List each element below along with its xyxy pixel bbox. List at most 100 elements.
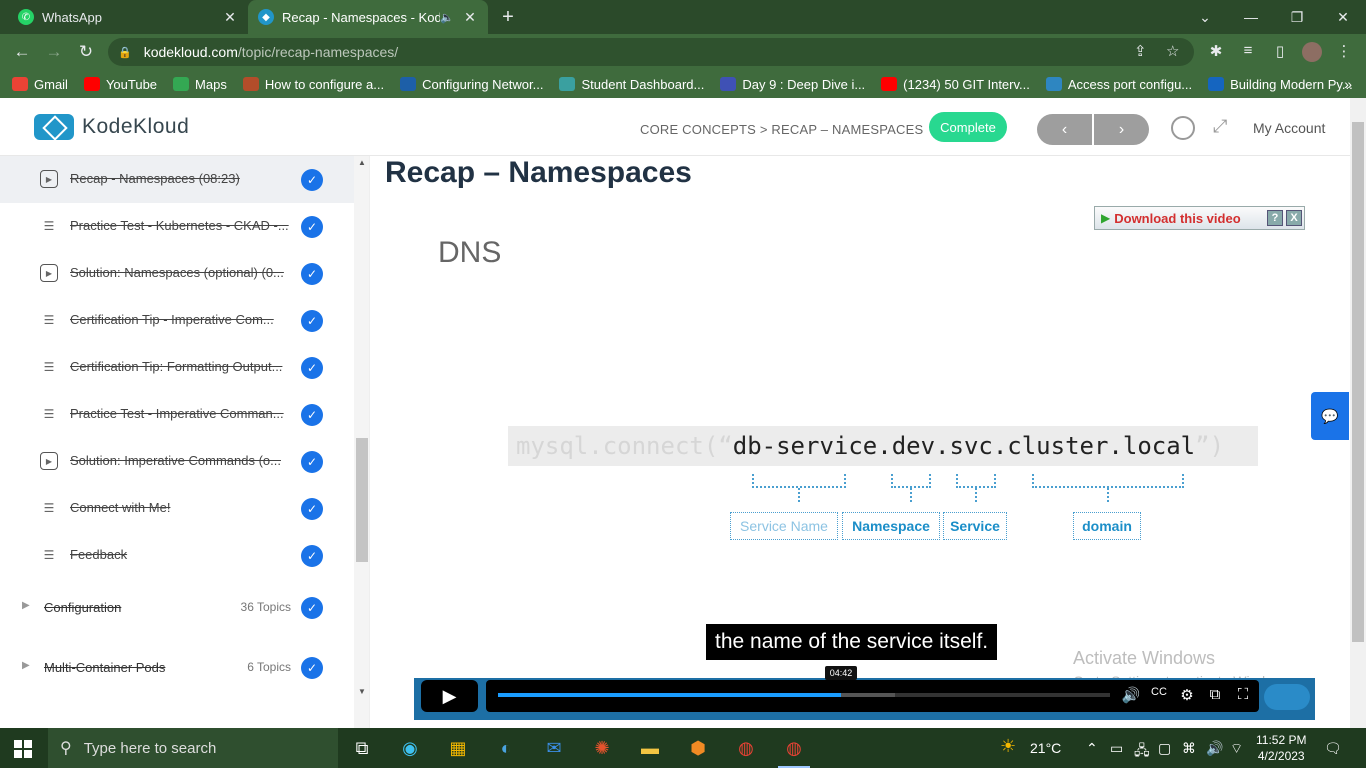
volume-icon[interactable]: 🔊 (1206, 740, 1223, 757)
edge-icon[interactable]: ◉ (386, 728, 434, 768)
brace-domain (1032, 474, 1184, 488)
volume-icon[interactable]: 🔊 (1121, 686, 1141, 704)
lesson-item[interactable]: ☰ Connect with Me! ✓ (0, 485, 354, 532)
media-icon[interactable]: ≡ (1238, 42, 1258, 59)
close-icon[interactable]: ✕ (222, 9, 238, 26)
expand-arrow-icon[interactable]: ▶ (22, 660, 30, 671)
time-tooltip: 04:42 (825, 666, 857, 680)
task-view-icon[interactable]: ⧉ (338, 728, 386, 768)
weather-temp[interactable]: 21°C (1030, 740, 1061, 756)
battery-icon[interactable]: ▭ (1110, 740, 1123, 757)
taskbar-search[interactable]: ⚲ Type here to search (48, 728, 338, 768)
lesson-item[interactable]: ▶ Solution: Imperative Commands (o... ✓ (0, 438, 354, 485)
completed-check-icon: ✓ (301, 216, 323, 238)
video-player[interactable]: ▶ Download this video ? X DNS mysql.conn… (414, 200, 1315, 720)
bookmark-item[interactable]: Building Modern Py... (1208, 77, 1353, 92)
section-item[interactable]: ▶ Configuration 36 Topics ✓ (0, 588, 354, 628)
profile-avatar[interactable] (1302, 42, 1322, 62)
tab-kodekloud[interactable]: ◆ Recap - Namespaces - KodeKl 🔈 ✕ (248, 0, 488, 34)
complete-button[interactable]: Complete (929, 112, 1007, 142)
completed-check-icon: ✓ (301, 657, 323, 679)
lesson-item[interactable]: ☰ Practice Test - Kubernetes - CKAD -... ✓ (0, 203, 354, 250)
fullscreen-icon[interactable]: ⛶ (1233, 686, 1253, 703)
close-window-button[interactable]: ✕ (1320, 0, 1366, 34)
help-icon[interactable]: ? (1267, 210, 1283, 226)
kodekloud-logo[interactable]: KodeKloud (34, 114, 189, 140)
lesson-label: Certification Tip: Formatting Output... (70, 359, 283, 374)
device-icon[interactable]: ▢ (1158, 740, 1171, 757)
tab-search-icon[interactable]: ⌄ (1182, 0, 1228, 34)
notifications-icon[interactable]: 🗨 (1324, 740, 1342, 757)
teams-icon[interactable]: ◐ (482, 728, 530, 768)
lesson-item[interactable]: ☰ Practice Test - Imperative Comman... ✓ (0, 391, 354, 438)
expand-arrow-icon[interactable]: ▶ (22, 600, 30, 611)
camera-icon[interactable]: ⌘ (1182, 740, 1196, 757)
bookmark-item[interactable]: (1234) 50 GIT Interv... (881, 77, 1030, 92)
lesson-item[interactable]: ☰ Feedback ✓ (0, 532, 354, 579)
lock-icon[interactable]: 🔒 (118, 46, 132, 59)
lesson-item[interactable]: ☰ Certification Tip - Imperative Com... ✓ (0, 297, 354, 344)
minimize-button[interactable]: — (1228, 0, 1274, 34)
bookmark-item[interactable]: Day 9 : Deep Dive i... (720, 77, 865, 92)
close-icon[interactable]: ✕ (462, 9, 478, 26)
lesson-item[interactable]: ▶ Solution: Namespaces (optional) (0... ✓ (0, 250, 354, 297)
store-icon[interactable]: ▦ (434, 728, 482, 768)
scroll-up-icon[interactable]: ▲ (356, 158, 368, 167)
page-scroll-thumb[interactable] (1352, 122, 1364, 642)
my-account-link[interactable]: My Account (1253, 120, 1325, 136)
menu-icon[interactable]: ⋮ (1334, 42, 1354, 60)
tab-whatsapp[interactable]: ✆ WhatsApp ✕ (8, 0, 248, 34)
app-icon[interactable]: ✺ (578, 728, 626, 768)
section-item[interactable]: ▶ Multi-Container Pods 6 Topics ✓ (0, 648, 354, 688)
windows-start-icon[interactable] (14, 740, 32, 758)
bookmark-item[interactable]: Gmail (12, 77, 68, 92)
new-tab-button[interactable]: + (498, 7, 518, 27)
settings-icon[interactable]: ⚙ (1177, 686, 1197, 704)
vimeo-logo-icon[interactable] (1264, 684, 1310, 710)
scroll-down-icon[interactable]: ▼ (356, 687, 368, 696)
lesson-label: Solution: Namespaces (optional) (0... (70, 265, 284, 280)
chrome-icon[interactable]: ◍ (722, 728, 770, 768)
extensions-icon[interactable]: ✱ (1206, 42, 1226, 60)
picture-in-picture-icon[interactable]: ⧉ (1205, 686, 1225, 703)
breadcrumb[interactable]: CORE CONCEPTS > RECAP – NAMESPACES (640, 122, 923, 137)
share-icon[interactable]: ⇪ (1134, 42, 1147, 60)
network-icon[interactable]: 🖧 (1134, 740, 1150, 764)
download-video-button[interactable]: ▶ Download this video ? X (1094, 206, 1305, 230)
bookmark-item[interactable]: YouTube (83, 77, 157, 92)
star-icon[interactable]: ☆ (1166, 42, 1179, 60)
back-icon[interactable]: ← (10, 40, 34, 64)
more-bookmarks-icon[interactable]: » (1344, 76, 1352, 92)
bookmark-item[interactable]: Student Dashboard... (559, 77, 704, 92)
captions-icon[interactable]: CC (1149, 686, 1169, 698)
close-icon[interactable]: X (1286, 210, 1302, 226)
mail-icon[interactable]: ✉ (530, 728, 578, 768)
reload-icon[interactable]: ↻ (74, 40, 98, 64)
weather-icon[interactable]: ☀ (1000, 736, 1016, 757)
fullscreen-icon[interactable]: ⤢ (1213, 116, 1227, 137)
sidebar-scroll-thumb[interactable] (356, 438, 368, 562)
show-hidden-icons[interactable]: ⌃ (1086, 740, 1098, 757)
previous-lesson-button[interactable]: ‹ (1037, 114, 1092, 145)
bookmark-item[interactable]: Maps (173, 77, 227, 92)
office-icon[interactable]: ⬢ (674, 728, 722, 768)
next-lesson-button[interactable]: › (1094, 114, 1149, 145)
file-explorer-icon[interactable]: ▬ (626, 728, 674, 768)
bookmark-item[interactable]: Configuring Networ... (400, 77, 543, 92)
dark-mode-icon[interactable] (1171, 116, 1195, 140)
speaker-icon[interactable]: 🔈 (440, 11, 454, 24)
wifi-icon[interactable]: ⌔ (1230, 740, 1243, 758)
chat-icon[interactable]: 💬 (1311, 392, 1349, 440)
lesson-item[interactable]: ▶ Recap - Namespaces (08:23) ✓ (0, 156, 354, 203)
bookmark-item[interactable]: Access port configu... (1045, 77, 1192, 92)
side-panel-icon[interactable]: ▯ (1270, 42, 1290, 60)
chrome-profile-icon[interactable]: ◍ (770, 728, 818, 768)
play-button[interactable]: ▶ (421, 680, 478, 712)
code-prefix: mysql.connect(“ (516, 432, 733, 460)
restore-button[interactable]: ❐ (1274, 0, 1320, 34)
forward-icon[interactable]: → (42, 40, 66, 64)
lesson-item[interactable]: ☰ Certification Tip: Formatting Output...… (0, 344, 354, 391)
taskbar-clock[interactable]: 11:52 PM 4/2/2023 (1256, 732, 1306, 764)
address-bar[interactable]: 🔒 kodekloud.com/topic/recap-namespaces/ … (108, 38, 1194, 66)
bookmark-item[interactable]: How to configure a... (242, 77, 384, 92)
